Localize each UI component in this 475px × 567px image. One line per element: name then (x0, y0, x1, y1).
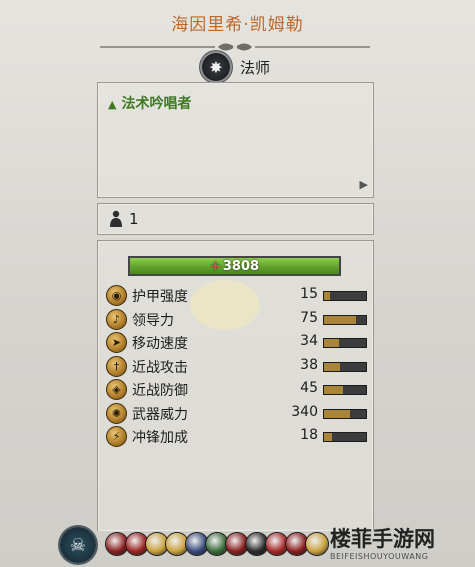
stat-bar (323, 385, 367, 395)
health-value: 3808 (222, 259, 260, 274)
sword-icon: † (106, 355, 127, 377)
stat-bar (323, 361, 367, 372)
shield-icon: ◉ (106, 285, 127, 306)
mascot-watermark (190, 280, 260, 330)
gold-skill-icon[interactable] (306, 533, 328, 555)
stat-row[interactable]: ⚡ 冲锋加成 18 (106, 425, 368, 447)
stat-bar-fill (324, 292, 331, 300)
watermark-subtitle: BEIFEISHOUYOUWANG (330, 552, 429, 561)
stat-bar (323, 291, 367, 301)
stat-label: 护甲强度 (132, 289, 188, 305)
star-burst-icon[interactable]: ✸ (202, 53, 230, 81)
triangle-up-icon: ▲ (108, 98, 117, 111)
stat-bar-fill (324, 339, 339, 347)
unit-count-row: 1 (97, 203, 374, 235)
stat-bar (323, 408, 367, 419)
stat-value: 340 (291, 403, 318, 420)
stat-bar-fill (324, 386, 343, 394)
green-skill-icon[interactable] (206, 533, 228, 555)
red-skill-icon[interactable] (126, 533, 148, 555)
person-icon (110, 210, 122, 227)
stat-bar (323, 432, 367, 442)
stat-value: 75 (300, 309, 318, 326)
stat-bar-fill (324, 315, 356, 324)
charge-icon: ⚡ (106, 426, 127, 447)
shield-defense-icon: ◈ (106, 379, 127, 400)
stat-value: 18 (300, 427, 318, 443)
ability-label: 法术吟唱者 (121, 96, 192, 112)
plus-icon: + (209, 259, 221, 274)
stat-row[interactable]: ◈ 近战防御 45 (106, 378, 368, 400)
health-bar: +3808 (128, 256, 341, 276)
gold-skill-icon[interactable] (146, 533, 168, 555)
blue-skill-icon[interactable] (186, 533, 208, 555)
stat-row[interactable]: ✺ 武器威力 340 (106, 402, 368, 424)
stat-bar (323, 338, 367, 348)
gold-skill-icon[interactable] (166, 533, 188, 555)
red-skill-icon[interactable] (286, 533, 308, 555)
stat-label: 领导力 (132, 312, 174, 329)
stat-value: 15 (300, 286, 318, 302)
stat-value: 38 (300, 356, 318, 373)
skull-icon[interactable]: ☠ (60, 527, 96, 563)
stat-bar (323, 314, 367, 325)
boot-icon: ➤ (106, 332, 127, 353)
horn-icon: ♪ (106, 308, 127, 330)
stat-label: 移动速度 (132, 336, 188, 352)
ability-item[interactable]: ▲ 法术吟唱者 (108, 93, 191, 113)
abilities-panel: ▲ 法术吟唱者 ▶ (97, 82, 374, 198)
stat-label: 近战攻击 (132, 359, 188, 376)
dark-skill-icon[interactable] (246, 533, 268, 555)
red-skill-icon[interactable] (106, 533, 128, 555)
stat-bar-fill (324, 409, 351, 418)
class-name: 法师 (240, 59, 271, 77)
stat-bar-fill (324, 433, 332, 441)
stat-row[interactable]: ➤ 移动速度 34 (106, 331, 368, 353)
burst-icon: ✺ (106, 402, 127, 424)
hero-name: 海因里希·凯姆勒 (171, 15, 304, 35)
stat-row[interactable]: † 近战攻击 38 (106, 355, 368, 377)
health-value-row: +3808 (130, 259, 339, 274)
scroll-arrow-icon[interactable]: ▶ (360, 178, 368, 191)
stat-label: 近战防御 (132, 383, 188, 399)
watermark-title: 楼菲手游网 (330, 527, 435, 551)
stat-label: 武器威力 (132, 406, 188, 423)
red-skill-icon[interactable] (226, 533, 248, 555)
red-skill-icon[interactable] (266, 533, 288, 555)
unit-count: 1 (129, 210, 139, 228)
stat-value: 45 (300, 380, 318, 396)
stat-bar-fill (324, 362, 340, 371)
class-row: ✸ 法师 (0, 52, 475, 82)
stat-value: 34 (300, 333, 318, 349)
stat-label: 冲锋加成 (132, 430, 188, 446)
